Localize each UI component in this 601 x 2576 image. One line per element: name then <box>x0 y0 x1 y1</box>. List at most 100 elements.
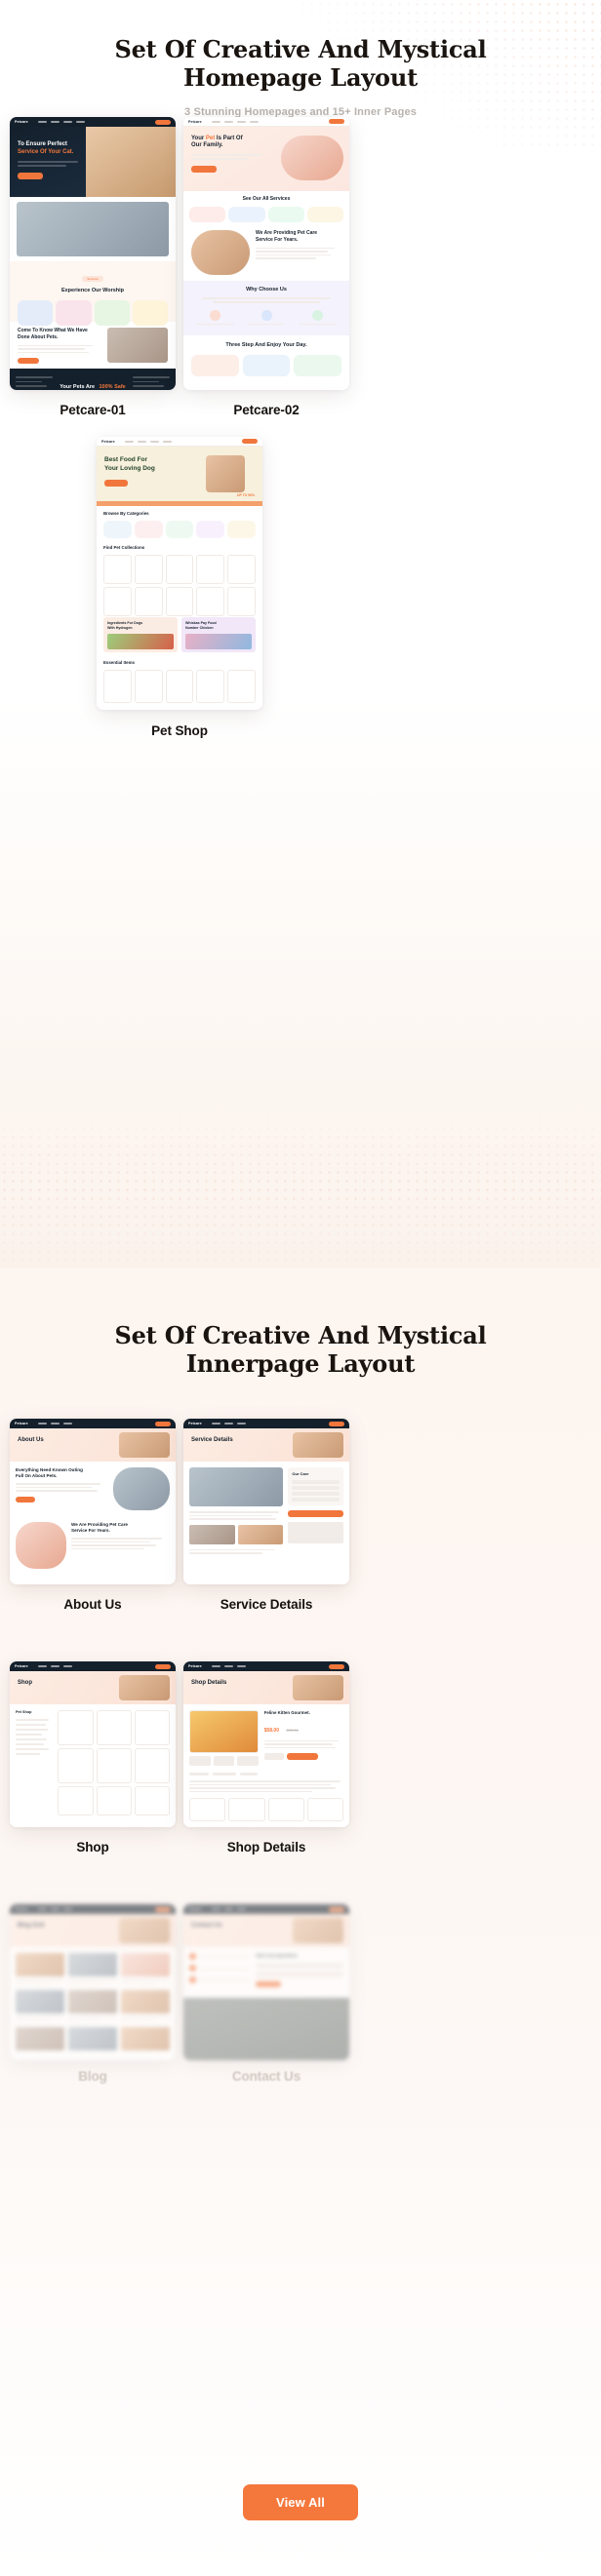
page-title-line2: Homepage Layout <box>182 63 418 93</box>
mock-hero: Best Food For Your Loving Dog UP TO 50% <box>97 447 262 501</box>
mock-nav <box>124 440 172 443</box>
mock-why-title: Why Choose Us <box>246 287 287 293</box>
mock-product-detail: Feline Kitten Gourmet. $58.00 $72.00 <box>183 1704 349 1773</box>
mock-about-title-2: Service For Years. <box>256 236 299 243</box>
mock-page-banner: Blog Grid <box>10 1914 176 1947</box>
mock-services-title: Experience Our Worship <box>60 288 125 293</box>
mock-service-body: Our Care <box>183 1462 349 1584</box>
mock-product-old-price: $72.00 <box>286 1727 299 1733</box>
mockup-about-us[interactable]: Petcare About Us Everything Need Known O… <box>10 1419 176 1584</box>
mock-hero-badge: UP TO 50% <box>237 493 255 497</box>
mock-product-title: Feline Kitten Gourmet. <box>263 1710 310 1715</box>
mock-page-banner: Shop <box>10 1671 176 1704</box>
homepage-heading-group: Set Of Creative And Mystical Homepage La… <box>0 35 601 118</box>
mock-logo: Petcare <box>15 1907 28 1911</box>
mock-logo: Petcare <box>188 119 202 124</box>
mock-logo: Petcare <box>188 1664 202 1668</box>
page-subtitle: 3 Stunning Homepages and 15+ Inner Pages <box>184 105 417 118</box>
mock-logo: Petcare <box>188 1907 202 1911</box>
mock-cart-pill <box>242 439 258 444</box>
page-title: Set Of Creative And Mystical Homepage La… <box>0 35 601 93</box>
innerpage-title-line2: Innerpage Layout <box>185 1349 416 1379</box>
caption-petcare-02: Petcare-02 <box>233 403 300 417</box>
mock-page-banner: Shop Details <box>183 1671 349 1704</box>
mock-form-title: Have Any Questions <box>256 1953 298 1958</box>
mock-about-band: Come To Know What We Have Done About Pet… <box>10 322 176 369</box>
mock-about2-l2: Service For Years. <box>71 1528 110 1534</box>
mock-about-title-1: Come To Know What We Have <box>18 328 88 333</box>
view-all-container: View All <box>0 2484 601 2520</box>
view-all-button[interactable]: View All <box>243 2484 358 2520</box>
caption-blog: Blog <box>78 2069 107 2084</box>
mock-about-title-2: Done About Pets. <box>18 333 59 340</box>
mock-categories: Browse By Categories <box>97 506 262 541</box>
mock-about-block-2: We Are Providing Pet Care Service For Ye… <box>10 1516 176 1575</box>
mock-steps-title: Three Step And Enjoy Your Day. <box>225 342 307 348</box>
mock-hero-photo <box>86 127 176 197</box>
mock-hero-title-1: To Ensure Perfect <box>18 141 67 147</box>
caption-shop-details: Shop Details <box>226 1840 306 1854</box>
mockup-petcare-02[interactable]: Petcare Your Pet Is Part Of Our Family. … <box>183 117 349 390</box>
mock-nav <box>37 121 85 123</box>
mock-logo: Petcare <box>188 1422 202 1425</box>
mockup-pet-shop[interactable]: Petcare Best Food For Your Loving Dog UP… <box>97 437 262 710</box>
mock-services-title: See Our All Services <box>242 196 291 202</box>
mock-promos: Ingredients For Dogs With Hydrogen Whisk… <box>97 613 262 656</box>
mock-logo: Petcare <box>15 120 28 124</box>
mock-promo-1-line2: With Hydrogen <box>107 625 133 630</box>
mock-topbar: Petcare <box>183 117 349 127</box>
mockup-shop-details[interactable]: Petcare Shop Details Feline Kitten Gourm… <box>183 1661 349 1827</box>
caption-petcare-01: Petcare-01 <box>60 403 126 417</box>
dot-pattern-decoration <box>0 1107 601 1268</box>
mock-shop-body: Pet Shop <box>10 1704 176 1827</box>
mock-cta-pill <box>155 119 171 125</box>
mock-filter-title: Pet Shop <box>16 1710 32 1714</box>
mock-nav <box>211 120 259 123</box>
caption-shop: Shop <box>76 1840 109 1854</box>
mock-steps-band: Three Step And Enjoy Your Day. <box>183 335 349 384</box>
caption-about-us: About Us <box>63 1597 122 1612</box>
mock-products: Find Pet Collections <box>97 541 262 616</box>
page-title-line1: Set Of Creative And Mystical <box>114 35 487 63</box>
mock-hero-line-3: Our Family. <box>191 142 223 148</box>
mockup-shop[interactable]: Petcare Shop Pet Shop <box>10 1661 176 1827</box>
mock-footer-text-1: Your Pets Are <box>60 384 96 390</box>
mock-sidebar-title: Our Care <box>292 1471 309 1476</box>
mockup-contact-us[interactable]: Petcare Contact Us Have Any Questions <box>183 1904 349 2060</box>
homepage-section: Set Of Creative And Mystical Homepage La… <box>0 0 601 1268</box>
mock-hero: To Ensure Perfect Service Of Your Cat. <box>10 127 176 197</box>
mock-topbar: Petcare <box>10 117 176 127</box>
innerpage-heading-group: Set Of Creative And Mystical Innerpage L… <box>0 1321 601 1379</box>
mock-image-band <box>10 197 176 261</box>
mock-footer-cta: Your Pets Are 100% Safe at Our Care. <box>10 369 176 390</box>
mock-page-banner: Service Details <box>183 1428 349 1462</box>
mock-hero-button <box>18 173 43 180</box>
innerpage-section: Set Of Creative And Mystical Innerpage L… <box>0 1268 601 2576</box>
mock-hero: Your Pet Is Part Of Our Family. <box>183 127 349 191</box>
caption-pet-shop: Pet Shop <box>151 723 208 738</box>
mockup-blog[interactable]: Petcare Blog Grid <box>10 1904 176 2060</box>
mockup-service-details[interactable]: Petcare Service Details Our Care <box>183 1419 349 1584</box>
mock-blog-grid <box>10 1947 176 2060</box>
mock-services-band: Services Experience Our Worship <box>10 261 176 327</box>
mock-footer-highlight: 100% Safe <box>99 384 126 390</box>
mock-about-l2: Full On About Pets. <box>16 1473 58 1479</box>
mock-product-tabs <box>183 1773 349 1827</box>
mock-page-banner: Contact Us <box>183 1914 349 1947</box>
mock-promo-2-line2: Number Chicken <box>185 625 214 630</box>
mock-page-banner: About Us <box>10 1428 176 1462</box>
mock-why-band: Why Choose Us <box>183 281 349 335</box>
mock-map <box>183 1998 349 2060</box>
caption-contact-us: Contact Us <box>231 2069 301 2084</box>
caption-service-details: Service Details <box>220 1597 313 1612</box>
mock-logo: Petcare <box>101 439 115 444</box>
mock-categories-title: Browse By Categories <box>103 511 149 516</box>
mock-essentials-title: Essential Items <box>103 660 135 665</box>
mock-product-price: $58.00 <box>263 1727 279 1734</box>
mock-logo: Petcare <box>15 1664 28 1668</box>
mock-hero-title-2: Service Of Your Cat. <box>18 149 74 156</box>
mock-about-title-1: We Are Providing Pet Care <box>256 230 318 236</box>
mock-cta-pill <box>329 119 344 124</box>
mock-about-block-1: Everything Need Known Outing Full On Abo… <box>10 1462 176 1516</box>
mockup-petcare-01[interactable]: Petcare To Ensure Perfect Service Of You… <box>10 117 176 390</box>
